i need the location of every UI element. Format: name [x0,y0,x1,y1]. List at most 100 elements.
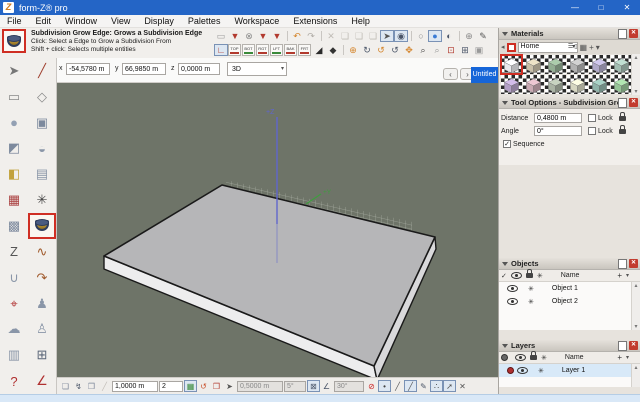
cylinder-tool[interactable]: ◒ [28,136,56,162]
grid-view-icon[interactable]: ▦ [580,43,588,52]
Object 2[interactable]: Object 2 [499,295,640,308]
wireframe-mode-icon[interactable]: ○ [414,30,428,42]
material-graygreen[interactable] [545,75,566,94]
check-icon[interactable]: ✓ [501,272,507,280]
z-field[interactable]: 0,0000 m [178,63,220,75]
material-gray[interactable] [567,55,588,74]
freeze-icon[interactable] [538,367,544,375]
duplicate-icon[interactable]: ❏ [352,30,366,42]
detach-panel-icon[interactable] [618,29,627,39]
collapse-chevron-icon[interactable]: ▾ [626,354,629,361]
nurbs-curve-tool[interactable]: Z [0,239,28,265]
pick-tool[interactable]: ➤ [0,58,28,84]
collapse-chevron-icon[interactable]: ▾ [596,43,600,52]
material-tan[interactable] [523,55,544,74]
scroll-down-icon[interactable]: ▾ [632,323,640,330]
zoom-window-icon[interactable]: ⊞ [458,44,472,56]
menu-item[interactable]: Extensions [286,16,344,26]
primitive-cube-tool[interactable]: ▣ [28,110,56,136]
segment-snap-icon[interactable]: ╱ [404,380,417,392]
point-edit-tool[interactable]: ╱ [28,58,56,84]
rotate-crosshair-icon[interactable]: ⊕ [346,44,360,56]
menu-item[interactable]: Edit [29,16,59,26]
menu-item[interactable]: File [0,16,29,26]
nav-left-icon[interactable]: ◂ [501,43,505,51]
visibility-eye-icon[interactable] [507,298,518,305]
Layer 1[interactable]: Layer 1 [499,364,640,377]
menu-item[interactable]: Palettes [181,16,228,26]
close-panel-icon[interactable]: ✕ [629,98,638,107]
minimize-button[interactable]: — [562,0,588,15]
pick-down-icon[interactable]: ▼ [270,30,284,42]
zoom-fit-icon[interactable]: ⊡ [444,44,458,56]
render-mode-icon[interactable]: ◐ [442,30,456,42]
freeze-icon[interactable] [528,285,534,293]
lock-checkbox[interactable] [588,114,596,122]
material-violet[interactable] [501,75,522,94]
view-button[interactable]: BOT [242,44,255,56]
layers-scrollbar[interactable]: ▴ [631,364,640,387]
sequence-checkbox[interactable] [503,140,511,148]
view-button[interactable]: TOP [228,44,241,56]
line-off-icon[interactable]: ╱ [98,380,111,392]
roll-icon[interactable]: ↺ [388,44,402,56]
collapse-triangle-icon[interactable] [502,101,508,105]
cube-stack-icon[interactable]: ❒ [85,380,98,392]
angle-snap-icon[interactable]: ∠ [320,380,333,392]
materials-header[interactable]: Materials ✕ [499,28,640,40]
copy-icon[interactable]: ❏ [338,30,352,42]
annotate-pen-icon[interactable]: ✎ [476,30,490,42]
collapse-chevron-icon[interactable]: ▾ [626,272,629,279]
material-lavender[interactable] [589,55,610,74]
padlock-icon[interactable] [619,129,626,134]
no-snap-icon[interactable]: ⊘ [365,380,378,392]
stairs-tool[interactable]: ▤ [28,161,56,187]
y-field[interactable]: 66,9850 m [122,63,166,75]
close-panel-icon[interactable]: ✕ [629,341,638,350]
menu-item[interactable]: Workspace [227,16,286,26]
view-button[interactable]: RGT [256,44,269,56]
midpoint-snap-icon[interactable]: ∴ [430,380,443,392]
material-lightgreen[interactable] [611,75,632,94]
visibility-eye-icon[interactable] [517,367,528,374]
menu-item[interactable]: Help [344,16,377,26]
Object 1[interactable]: Object 1 [499,282,640,295]
line-snap-icon[interactable]: ╱ [391,380,404,392]
angle-snap-field[interactable]: 30° [334,381,364,392]
sphere-tool[interactable]: ● [0,110,28,136]
grid-module-field[interactable]: 1,0000 m [112,381,158,392]
close-snap-icon[interactable]: ✕ [456,380,469,392]
material-pink[interactable] [523,75,544,94]
query-tool[interactable]: ? [0,368,28,394]
detach-panel-icon[interactable] [618,98,627,108]
wedge-icon[interactable]: ◢ [312,44,326,56]
select-frame-icon[interactable]: ▭ [214,30,228,42]
window-tab[interactable]: Untitled [471,67,498,83]
x-field[interactable]: -54,5780 m [66,63,110,75]
current-material-swatch[interactable] [507,43,516,52]
snap-distance-field[interactable]: 0,5000 m [237,381,283,392]
dark-cube-icon[interactable]: ◆ [326,44,340,56]
scroll-up-icon[interactable]: ▴ [632,364,640,371]
paste-icon[interactable]: ❏ [366,30,380,42]
round-edge-tool[interactable]: ◧ [0,161,28,187]
direction-arrow-icon[interactable]: ➤ [223,380,236,392]
material-teal[interactable] [589,75,610,94]
close-panel-icon[interactable]: ✕ [629,29,638,38]
active-layer-dot-icon[interactable] [501,354,508,361]
combo-snap-icon[interactable]: ⊠ [307,380,320,392]
tool-options-header[interactable]: Tool Options - Subdivision Grow Edge ✕ [499,97,640,109]
value-field[interactable]: 0,4800 m [534,113,582,123]
menu-item[interactable]: View [104,16,137,26]
collapse-triangle-icon[interactable] [502,344,508,348]
globe-icon[interactable]: ⊕ [462,30,476,42]
objects-header[interactable]: Objects ✕ [499,258,640,270]
value-field[interactable]: 0° [534,126,582,136]
scroll-down-icon[interactable]: ▾ [632,88,640,95]
pan-hand-icon[interactable]: ✥ [402,44,416,56]
pen-snap-icon[interactable]: ✎ [417,380,430,392]
visibility-toggle-icon[interactable]: ◉ [394,30,408,42]
subdivision-tool[interactable] [28,213,56,239]
snap-angle-field[interactable]: 5° [284,381,306,392]
objects-scrollbar[interactable]: ▴ ▾ [631,282,640,330]
